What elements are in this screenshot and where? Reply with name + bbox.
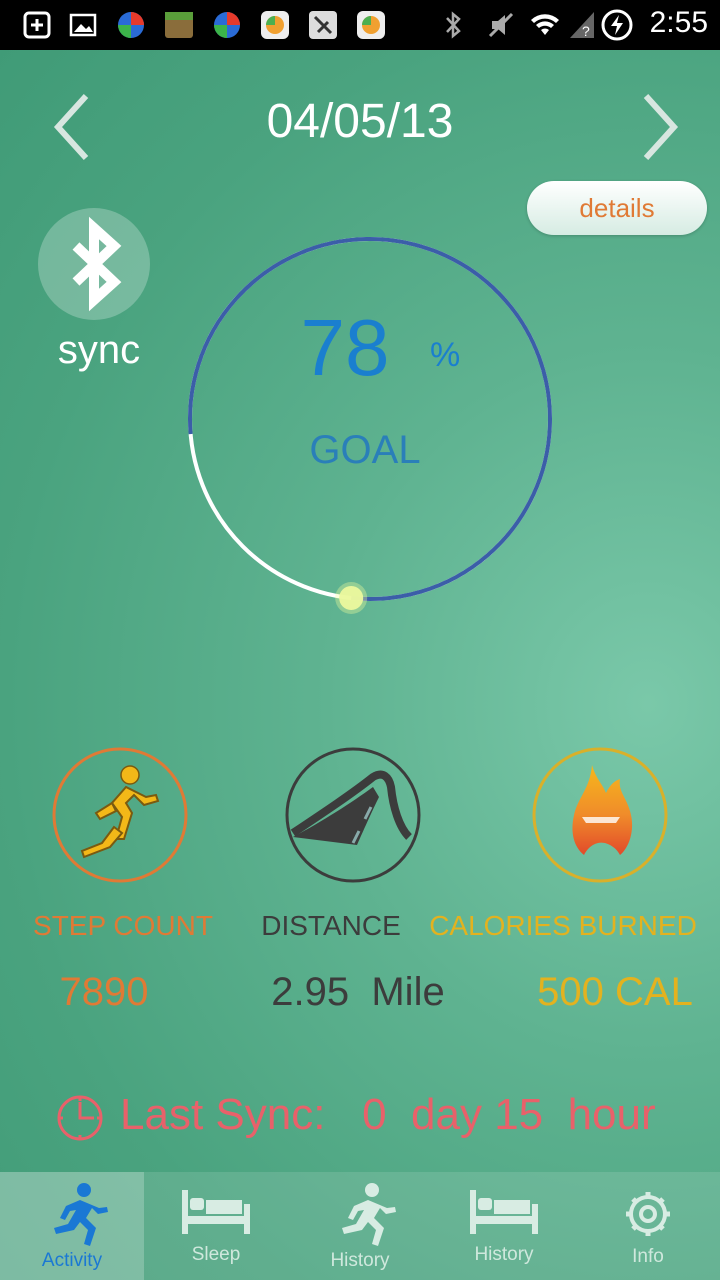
tab-label: History	[474, 1244, 534, 1265]
tab-history-sleep[interactable]: History	[432, 1172, 576, 1280]
tab-sleep[interactable]: Sleep	[144, 1172, 288, 1280]
details-button[interactable]: details	[527, 181, 707, 235]
tab-activity[interactable]: Activity	[0, 1172, 144, 1280]
distance-road-icon[interactable]	[283, 745, 423, 885]
image-icon	[69, 13, 97, 37]
bed-icon	[182, 1190, 250, 1234]
signal-icon: ?	[570, 12, 594, 39]
goal-percentage-unit: %	[430, 336, 461, 374]
store-icon	[261, 11, 289, 39]
last-sync-text: Last Sync: 0 day 15 hour	[120, 1090, 656, 1139]
distance-value: 2.95 Mile	[271, 970, 445, 1014]
runner-icon	[54, 1183, 108, 1246]
status-bar: ? 2:55	[0, 0, 720, 50]
next-day-arrow[interactable]	[640, 92, 680, 162]
bluetooth-icon	[446, 11, 461, 39]
wifi-icon	[531, 14, 559, 35]
step-count-value: 7890	[59, 970, 149, 1014]
goal-label: GOAL	[309, 428, 421, 472]
mute-icon	[488, 12, 514, 38]
goal-percentage-value: 78	[300, 303, 390, 392]
bottom-tab-bar: Activity Sleep History History Info	[0, 1172, 720, 1280]
battery-charging-icon	[601, 9, 633, 41]
app-icon	[309, 11, 337, 39]
clock-icon	[57, 1095, 103, 1141]
distance-label: DISTANCE	[261, 910, 401, 941]
step-count-label: STEP COUNT	[33, 910, 213, 941]
tab-label: Sleep	[191, 1244, 241, 1265]
sync-button[interactable]	[38, 208, 150, 320]
clock-time: 2:55	[649, 6, 708, 39]
runner-icon	[342, 1183, 396, 1246]
tab-info[interactable]: Info	[576, 1172, 720, 1280]
tab-label: History	[330, 1250, 390, 1271]
tab-history-activity[interactable]: History	[288, 1172, 432, 1280]
date-title: 04/05/13	[266, 95, 454, 148]
bed-icon	[470, 1190, 538, 1234]
app-icon	[214, 12, 240, 38]
gear-icon	[626, 1192, 670, 1236]
add-icon	[23, 11, 51, 39]
tab-label: Activity	[41, 1250, 103, 1271]
sync-label: sync	[57, 328, 141, 372]
calories-flame-icon[interactable]	[530, 745, 670, 885]
game-icon	[165, 12, 193, 38]
bluetooth-icon	[72, 216, 122, 312]
step-count-runner-icon[interactable]	[50, 745, 190, 885]
calories-burned-label: CALORIES BURNED	[429, 910, 697, 941]
tab-label: Info	[632, 1246, 664, 1267]
store-icon	[357, 11, 385, 39]
calories-value: 500 CAL	[537, 970, 693, 1014]
app-icon	[118, 12, 144, 38]
svg-text:?: ?	[582, 23, 590, 39]
goal-progress-ring	[188, 237, 552, 615]
